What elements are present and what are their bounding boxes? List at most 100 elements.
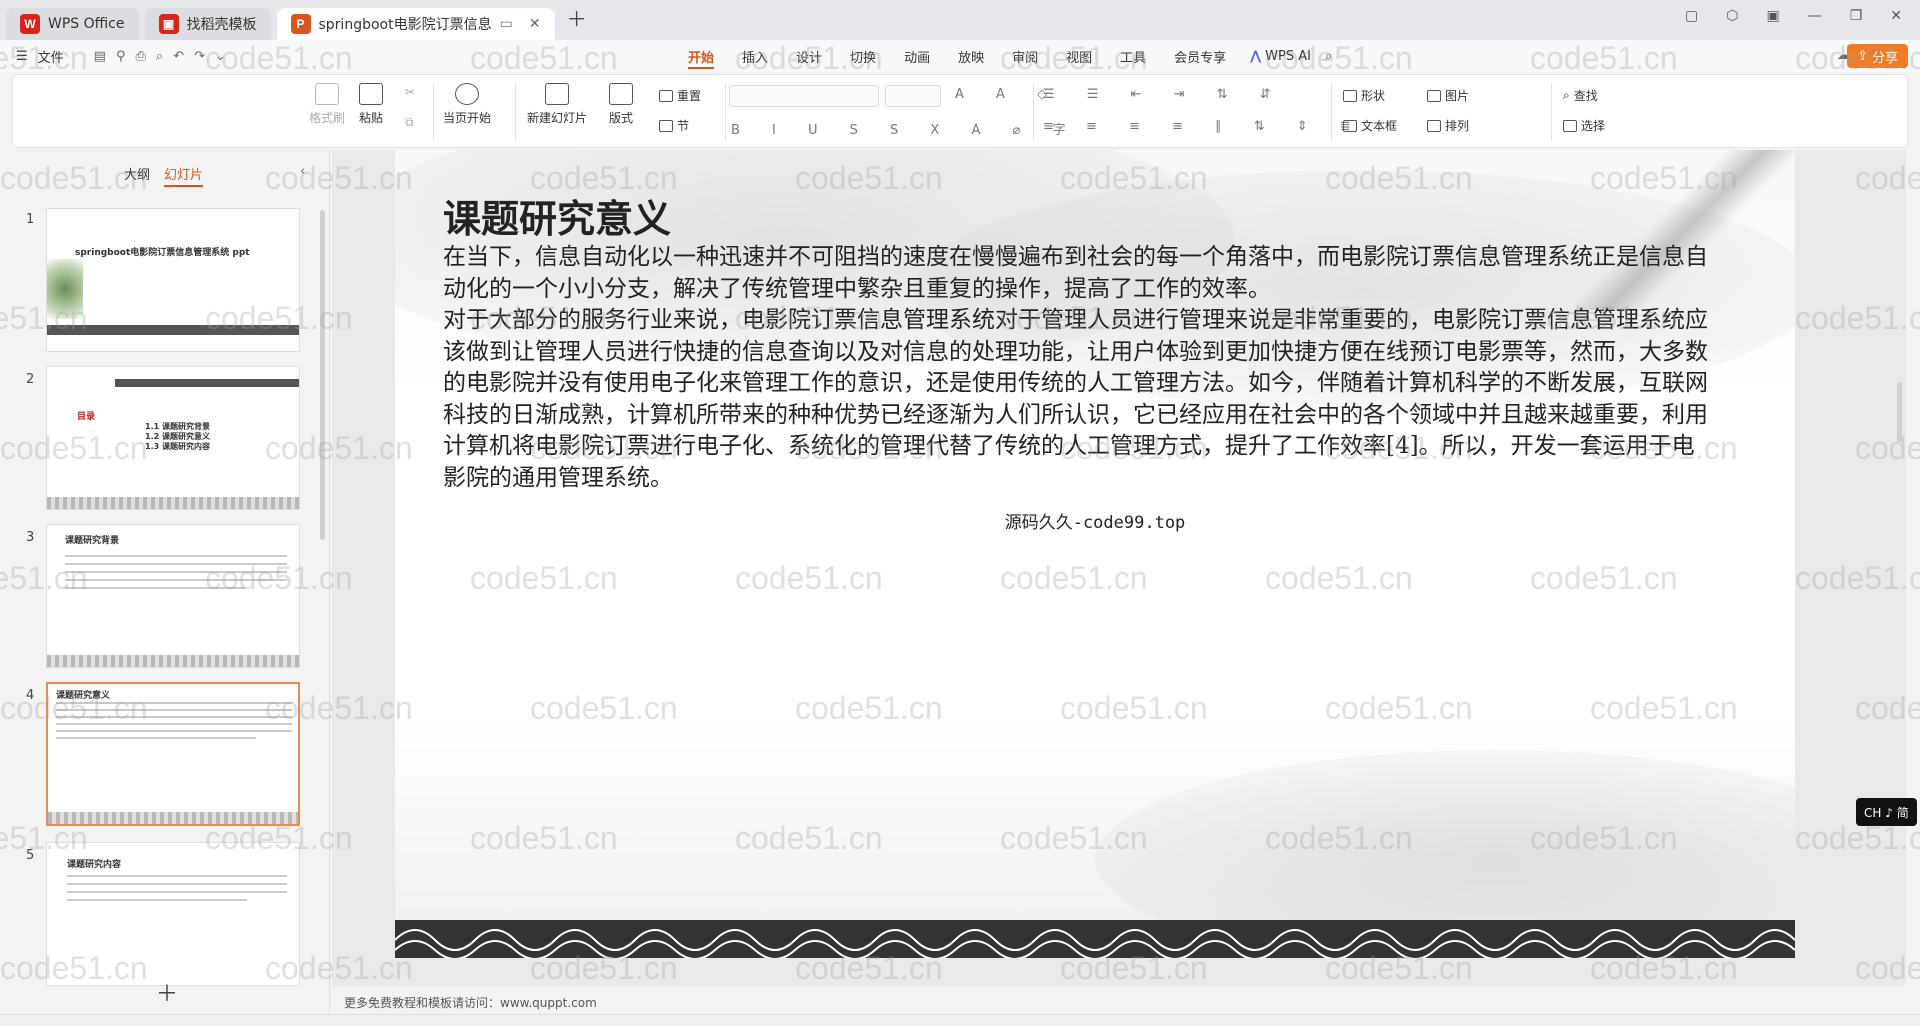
reset-label: 重置: [677, 89, 702, 103]
list-tools[interactable]: ☰ ☰ ⇤ ⇥ ⇅ ⇵: [1043, 87, 1285, 102]
arrange-button[interactable]: 排列: [1427, 117, 1469, 134]
copy-icon[interactable]: ⧉: [405, 115, 414, 130]
shape-icon: [1343, 89, 1357, 102]
thumb-line: [56, 702, 292, 704]
picture-button[interactable]: 图片: [1427, 87, 1469, 104]
find-button[interactable]: ⌕ 查找: [1563, 87, 1598, 104]
tab-tools[interactable]: 工具: [1106, 40, 1160, 72]
shape-label: 形状: [1361, 89, 1386, 103]
tab-outline[interactable]: 大纲: [124, 164, 150, 187]
font-family-select[interactable]: [729, 85, 879, 107]
wps-ai-button[interactable]: ⋀ WPS AI: [1250, 49, 1311, 64]
save-icon[interactable]: ▤: [94, 49, 106, 64]
avatar[interactable]: ▣: [1766, 8, 1779, 24]
font-size-select[interactable]: [885, 85, 941, 107]
restore-icon[interactable]: ❐: [1850, 8, 1863, 24]
tab-slides[interactable]: 幻灯片: [164, 164, 204, 187]
paste-icon: [359, 83, 383, 105]
tab-home[interactable]: 开始: [674, 40, 728, 72]
ribbon-tabs: 开始 插入 设计 切换 动画 放映 审阅 视图 工具 会员专享 ⋀ WPS AI…: [674, 40, 1332, 72]
wps-ai-label: WPS AI: [1265, 48, 1311, 64]
new-slide-button[interactable]: 新建幻灯片: [527, 83, 587, 126]
thumb-line: [56, 730, 292, 732]
format-painter-label: 格式刷: [309, 111, 346, 125]
thumb-title: springboot电影院订票信息管理系统 ppt: [75, 248, 250, 258]
file-menu[interactable]: 文件: [38, 47, 64, 66]
slide-title[interactable]: 课题研究意义: [443, 188, 671, 243]
collapse-icon[interactable]: ‹: [300, 164, 305, 179]
tab-transition[interactable]: 切换: [836, 40, 890, 72]
tab-label: springboot电影院订票信息: [318, 17, 492, 33]
thumb-bar: [115, 379, 299, 387]
thumb-wave: [47, 497, 299, 509]
textbox-button[interactable]: 文本框: [1343, 117, 1397, 134]
slide-thumbnail-2[interactable]: 目录 1.1 课题研究背景 1.2 课题研究意义 1.3 课题研究内容: [46, 366, 300, 510]
thumb-title: 课题研究背景: [65, 536, 120, 546]
slide-thumbnail-5[interactable]: 课题研究内容: [46, 842, 300, 986]
tab-label: 找稻壳模板: [186, 17, 257, 33]
slide[interactable]: 课题研究意义 在当下，信息自动化以一种迅速并不可阻挡的速度在慢慢遍布到社会的每一…: [395, 150, 1795, 958]
tab-wps-office[interactable]: W WPS Office: [6, 8, 139, 40]
paste-button[interactable]: 粘贴: [359, 83, 383, 126]
menu-bar: ☰ 文件 ▤ ⚲ ⎙ ⌕ ↶ ↷ ⌄ 开始 插入 设计 切换 动画 放映 审阅 …: [0, 40, 1920, 72]
source-text[interactable]: 源码久久-code99.top: [395, 508, 1795, 533]
add-slide-icon[interactable]: ＋: [156, 976, 178, 1008]
format-painter-button[interactable]: 格式刷: [309, 83, 345, 126]
slide-thumbnail-4[interactable]: 课题研究意义: [46, 682, 300, 826]
print-icon[interactable]: ⎙: [136, 49, 146, 64]
layout-icon[interactable]: ▢: [1685, 8, 1698, 24]
canvas-scrollbar[interactable]: [1897, 382, 1902, 442]
minimize-icon[interactable]: —: [1808, 8, 1822, 24]
textbox-icon: [1343, 119, 1357, 132]
divider: [515, 83, 516, 141]
tab-animation[interactable]: 动画: [890, 40, 944, 72]
tab-insert[interactable]: 插入: [728, 40, 782, 72]
section-button[interactable]: 节: [659, 117, 689, 134]
footer-note: 更多免费教程和模板请访问：www.quppt.com: [344, 996, 597, 1010]
search-icon[interactable]: ⌕: [1325, 49, 1332, 64]
export-icon[interactable]: ⚲: [116, 49, 126, 64]
thumb-bar: [47, 325, 299, 335]
tab-design[interactable]: 设计: [782, 40, 836, 72]
slide-thumbnail-1[interactable]: springboot电影院订票信息管理系统 ppt: [46, 208, 300, 352]
tab-member[interactable]: 会员专享: [1160, 40, 1240, 72]
menu-icon[interactable]: ☰: [16, 49, 28, 64]
new-tab-icon[interactable]: ＋: [567, 3, 587, 32]
divider: [1551, 83, 1552, 141]
preview-icon[interactable]: ⌕: [156, 49, 163, 64]
body-paragraph: 在当下，信息自动化以一种迅速并不可阻挡的速度在慢慢遍布到社会的每一个角落中，而电…: [443, 244, 1708, 302]
new-slide-icon: [545, 83, 569, 105]
thumb-line: [65, 555, 287, 557]
slide-thumbnail-3[interactable]: 课题研究背景: [46, 524, 300, 668]
box-icon[interactable]: ⬡: [1726, 8, 1738, 24]
slide-body-text[interactable]: 在当下，信息自动化以一种迅速并不可阻挡的速度在慢慢遍布到社会的每一个角落中，而电…: [443, 242, 1713, 494]
share-button[interactable]: ⇪ 分享: [1847, 44, 1908, 68]
font-style-tools[interactable]: B I U S S X A ⌀ 字: [731, 119, 1079, 138]
tab-template[interactable]: ▣ 找稻壳模板: [144, 8, 271, 40]
play-from-current-button[interactable]: 当页开始: [443, 83, 491, 126]
cut-icon[interactable]: ✂: [405, 85, 415, 99]
tab-review[interactable]: 审阅: [998, 40, 1052, 72]
shape-button[interactable]: 形状: [1343, 87, 1385, 104]
window-close-icon[interactable]: ✕: [1890, 8, 1902, 24]
close-icon[interactable]: ✕: [529, 16, 541, 32]
reset-button[interactable]: 重置: [659, 87, 701, 104]
monitor-icon: ▭: [499, 16, 513, 32]
thumb-line: [65, 563, 287, 565]
tab-view[interactable]: 视图: [1052, 40, 1106, 72]
thumb-line: [67, 899, 247, 901]
layout-button[interactable]: 版式: [609, 83, 633, 126]
redo-icon[interactable]: ↷: [194, 49, 205, 64]
select-button[interactable]: 选择: [1563, 117, 1605, 134]
share-label: 分享: [1871, 50, 1898, 66]
undo-icon[interactable]: ↶: [173, 49, 184, 64]
textbox-label: 文本框: [1361, 119, 1398, 133]
tab-slideshow[interactable]: 放映: [944, 40, 998, 72]
tab-document[interactable]: P springboot电影院订票信息 ▭ ✕: [276, 8, 555, 40]
ime-indicator[interactable]: CH ♪ 简: [1856, 798, 1917, 826]
panel-scrollbar[interactable]: [320, 210, 325, 540]
align-tools[interactable]: ≡ ≡ ≡ ≡ ∥ ⇅ ⇕ ≣: [1043, 119, 1365, 134]
chevron-down-icon[interactable]: ⌄: [215, 49, 226, 64]
thumb-line: [56, 723, 292, 725]
wps-logo-icon: W: [20, 14, 40, 34]
